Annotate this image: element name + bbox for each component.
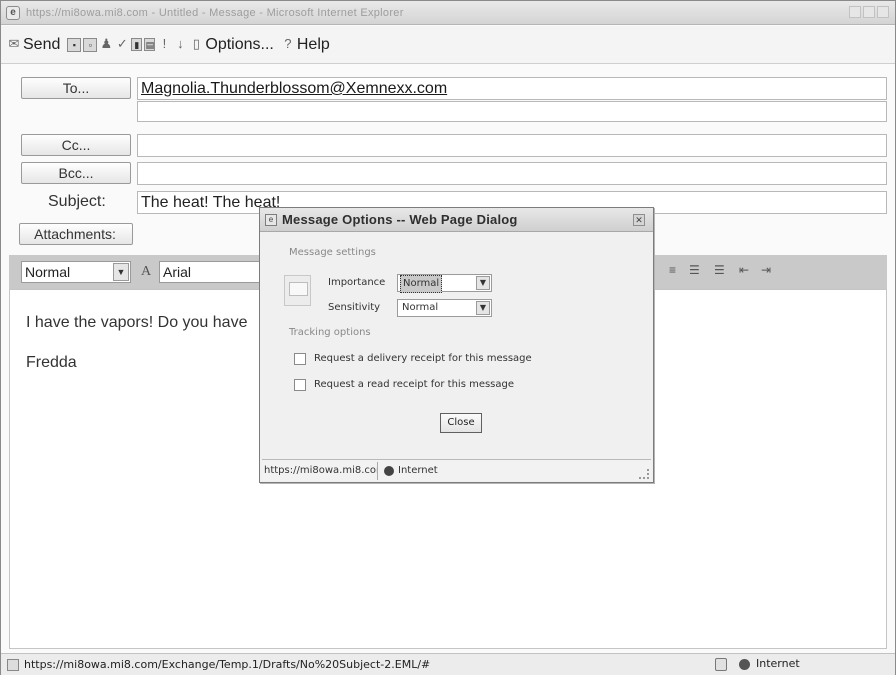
globe-icon (384, 465, 394, 476)
high-importance-icon[interactable]: ! (157, 37, 171, 52)
bcc-button-label: Bcc... (58, 165, 94, 181)
align-right-icon[interactable]: ≡ (669, 263, 676, 277)
body-text-line: I have the vapors! Do you have (26, 314, 248, 331)
to-button-label: To... (62, 80, 90, 96)
style-value: Normal (25, 264, 71, 280)
status-url: https://mi8owa.mi8.com/Exchange/Temp.1/D… (24, 658, 431, 671)
font-value: Arial (163, 264, 192, 280)
importance-select[interactable]: Normal ▼ (397, 274, 492, 293)
address-book-icon[interactable]: ♟ (99, 37, 113, 52)
chevron-down-icon[interactable]: ▼ (476, 301, 490, 315)
browser-window: e https://mi8owa.mi8.com - Untitled - Me… (0, 0, 896, 675)
bcc-button[interactable]: Bcc... (21, 162, 131, 184)
font-select[interactable]: Arial (159, 261, 269, 283)
help-button[interactable]: ? Help (281, 36, 330, 54)
help-icon: ? (284, 35, 292, 51)
decrease-indent-icon[interactable]: ⇤ (739, 263, 749, 277)
cc-field[interactable] (137, 134, 887, 157)
resize-grip-icon[interactable] (639, 469, 649, 479)
to-recipient[interactable]: Magnolia.Thunderblossom@Xemnexx.com (141, 80, 447, 97)
security-zone: Internet (756, 657, 800, 670)
page-icon (7, 658, 19, 671)
help-label: Help (296, 35, 330, 53)
options-label: Options... (205, 35, 274, 53)
print-icon[interactable]: ▫ (83, 37, 98, 52)
importance-value: Normal (400, 275, 443, 293)
title-bar: e https://mi8owa.mi8.com - Untitled - Me… (1, 1, 895, 25)
attachments-button-label: Attachments: (34, 226, 116, 242)
style-select[interactable]: Normal ▼ (21, 261, 131, 283)
lock-icon (715, 658, 727, 671)
read-receipt-label[interactable]: Request a read receipt for this message (314, 379, 514, 390)
to-field[interactable]: Magnolia.Thunderblossom@Xemnexx.com (137, 77, 887, 100)
chevron-down-icon[interactable]: ▼ (113, 263, 129, 281)
sensitivity-value: Normal (402, 302, 439, 313)
options-button[interactable]: ▯ Options... (189, 35, 274, 54)
ie-page-icon: e (265, 213, 277, 226)
dialog-title-bar: e Message Options -- Web Page Dialog ✕ (260, 208, 653, 232)
ie-page-icon: e (6, 5, 20, 20)
compose-toolbar: ✉ Send ▪ ▫ ♟ ✓ ▮ ▤ ! ↓ ▯ Options... ? He… (1, 26, 895, 64)
read-receipt-checkbox[interactable] (294, 379, 306, 391)
close-icon[interactable]: ✕ (633, 214, 645, 226)
spellcheck-icon[interactable]: ✓ (115, 37, 129, 52)
insert-file-icon[interactable]: ▤ (144, 38, 156, 51)
subject-label: Subject: (48, 193, 106, 210)
body-signature: Fredda (26, 354, 77, 371)
delivery-receipt-label[interactable]: Request a delivery receipt for this mess… (314, 353, 532, 364)
font-color-icon[interactable]: A (141, 264, 151, 280)
tracking-options-label: Tracking options (289, 327, 371, 338)
chevron-down-icon[interactable]: ▼ (476, 276, 490, 290)
send-label: Send (23, 35, 61, 53)
attachments-button[interactable]: Attachments: (19, 223, 133, 245)
bcc-field[interactable] (137, 162, 887, 185)
importance-label: Importance (328, 277, 386, 288)
low-importance-icon[interactable]: ↓ (173, 37, 187, 52)
message-icon (284, 275, 311, 306)
save-icon[interactable]: ▪ (67, 37, 82, 52)
globe-icon (739, 659, 750, 670)
sensitivity-select[interactable]: Normal ▼ (397, 299, 492, 317)
dialog-security-zone: Internet (398, 465, 438, 476)
send-icon: ✉ (8, 35, 20, 51)
options-icon: ▯ (192, 35, 200, 51)
cc-button[interactable]: Cc... (21, 134, 131, 156)
delivery-receipt-checkbox[interactable] (294, 353, 306, 365)
dialog-status-bar: https://mi8owa.mi8.com/i Internet (262, 459, 651, 481)
maximize-icon[interactable] (863, 6, 875, 18)
window-title: https://mi8owa.mi8.com - Untitled - Mess… (26, 6, 404, 19)
message-settings-label: Message settings (289, 247, 376, 258)
to-button[interactable]: To... (21, 77, 131, 99)
status-bar: https://mi8owa.mi8.com/Exchange/Temp.1/D… (1, 653, 895, 675)
send-button[interactable]: ✉ Send (7, 35, 61, 54)
minimize-icon[interactable] (849, 6, 861, 18)
message-options-dialog: e Message Options -- Web Page Dialog ✕ M… (259, 207, 654, 483)
sensitivity-label: Sensitivity (328, 302, 381, 313)
cc-button-label: Cc... (61, 137, 91, 153)
attach-icon[interactable]: ▮ (131, 38, 143, 51)
to-field-extra-line[interactable] (137, 101, 887, 122)
close-window-icon[interactable] (877, 6, 889, 18)
window-controls (849, 6, 889, 18)
dialog-title: Message Options -- Web Page Dialog (282, 212, 518, 227)
close-button[interactable]: Close (440, 413, 482, 433)
numbered-list-icon[interactable]: ☰ (689, 263, 700, 277)
bullet-list-icon[interactable]: ☰ (714, 263, 725, 277)
dialog-status-url: https://mi8owa.mi8.com/i (262, 461, 378, 480)
increase-indent-icon[interactable]: ⇥ (761, 263, 771, 277)
